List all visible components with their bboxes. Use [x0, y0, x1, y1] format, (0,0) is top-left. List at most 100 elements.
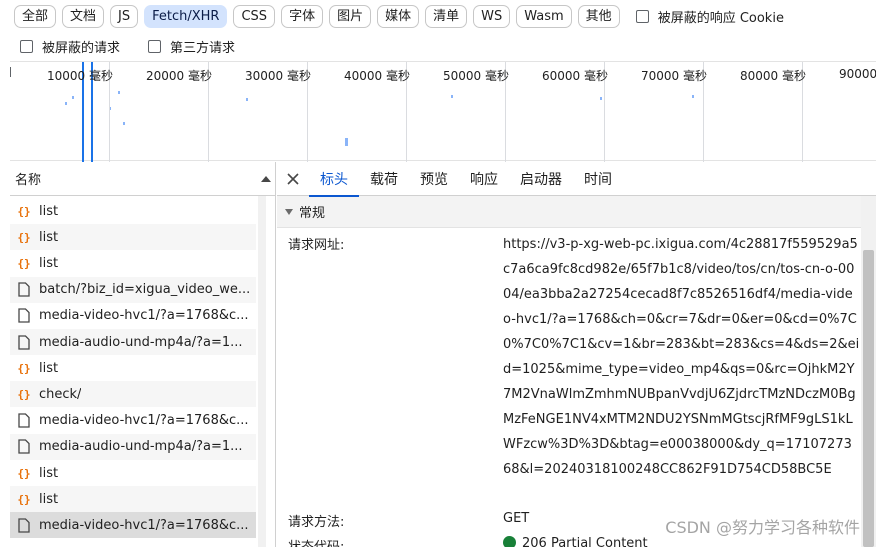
request-name: list: [39, 255, 59, 271]
svg-text:{}: {}: [17, 467, 30, 480]
request-details: 标头 载荷 预览 响应 启动器 时间 常规 请求网址: https://v3-p-xg-w…: [277, 162, 876, 547]
overview-tick-label: 20000 毫秒: [146, 69, 212, 83]
request-name: media-video-hvc1/?a=1768&c...: [39, 308, 249, 324]
request-row[interactable]: {} list: [10, 224, 256, 251]
third-party-toggle[interactable]: 第三方请求: [148, 37, 235, 56]
request-row[interactable]: {} list: [10, 250, 256, 276]
overview-tick-label: 60000 毫秒: [542, 69, 608, 83]
overview-dot: [451, 95, 453, 98]
filter-bar: 全部 文档 JS Fetch/XHR CSS 字体 图片 媒体 清单 WS Wasm 其他 被屏蔽的响应…: [0, 0, 876, 32]
request-type-icon: {}: [16, 255, 32, 271]
request-row[interactable]: batch/?biz_id=xigua_video_we...: [10, 276, 256, 303]
detail-tab[interactable]: 时间: [573, 162, 623, 196]
filter-chip[interactable]: JS: [110, 4, 139, 28]
overview-marker: [10, 67, 11, 77]
request-name: list: [39, 360, 59, 376]
sort-ascending-icon: [261, 175, 271, 182]
overview-tick-label: 30000 毫秒: [245, 69, 311, 83]
request-type-icon: {}: [16, 465, 32, 481]
detail-tab[interactable]: 标头: [309, 162, 359, 197]
document-icon: [18, 439, 30, 454]
blocked-requests-toggle[interactable]: 被屏蔽的请求: [20, 37, 120, 56]
filter-chip[interactable]: 图片: [329, 4, 372, 28]
status-code-field[interactable]: 206 Partial Content: [503, 536, 648, 547]
checkbox[interactable]: [20, 39, 33, 53]
request-name: list: [39, 229, 59, 245]
name-column-header[interactable]: 名称: [10, 162, 275, 196]
checkbox[interactable]: [635, 9, 649, 23]
filter-chip[interactable]: Wasm: [516, 4, 572, 28]
checkbox[interactable]: [148, 39, 162, 53]
detail-tabs: 标头 载荷 预览 响应 启动器 时间: [277, 162, 876, 197]
request-name: list: [39, 491, 59, 507]
close-details-button[interactable]: [277, 162, 309, 196]
overview-dot: [600, 97, 602, 100]
overview-dot: [118, 91, 120, 94]
overview-dot: [65, 102, 67, 105]
request-method-value[interactable]: GET: [503, 511, 529, 526]
request-row[interactable]: {} list: [10, 198, 256, 224]
request-name: list: [39, 465, 59, 481]
overview-dot: [123, 122, 125, 125]
status-ok-icon: [503, 536, 516, 547]
request-row[interactable]: media-video-hvc1/?a=1768&c...: [10, 408, 256, 434]
overview-tick-label: 80000 毫秒: [740, 69, 806, 83]
document-icon: [18, 308, 30, 323]
overview-tick-label: 40000 毫秒: [344, 69, 410, 83]
request-row[interactable]: {} list: [10, 460, 256, 486]
watermark: CSDN @努力学习各种软件: [665, 518, 860, 537]
request-url-value[interactable]: https://v3-p-xg-web-pc.ixigua.com/4c2881…: [503, 232, 860, 482]
request-row[interactable]: {} list: [10, 486, 256, 513]
request-row[interactable]: media-video-hvc1/?a=1768&c...: [10, 303, 256, 329]
request-name: media-audio-und-mp4a/?a=1...: [39, 334, 243, 350]
request-type-icon: [16, 334, 32, 350]
filter-chip[interactable]: Fetch/XHR: [144, 4, 228, 28]
document-icon: [18, 334, 30, 350]
request-row[interactable]: media-audio-und-mp4a/?a=1...: [10, 433, 256, 460]
request-row[interactable]: {} list: [10, 355, 256, 381]
request-row[interactable]: {} check/: [10, 381, 256, 408]
filter-chip[interactable]: 全部: [14, 4, 57, 28]
filter-chip[interactable]: 文档: [62, 4, 105, 28]
fetch-xhr-icon: {}: [17, 205, 30, 218]
filter-chip[interactable]: 清单: [425, 4, 468, 28]
filter-chip[interactable]: CSS: [233, 4, 276, 28]
overview-tick-label: 10000 毫秒: [47, 69, 113, 83]
request-type-icon: [16, 413, 32, 429]
list-scrollbar[interactable]: [258, 196, 266, 547]
request-type-icon: {}: [16, 360, 32, 376]
request-row[interactable]: media-video-hvc1/?a=1768&c...: [10, 512, 256, 539]
general-section-header[interactable]: 常规: [277, 196, 876, 228]
third-party-label: 第三方请求: [170, 40, 236, 56]
detail-tab[interactable]: 响应: [459, 162, 509, 196]
svg-text:{}: {}: [17, 493, 30, 506]
svg-text:{}: {}: [17, 231, 30, 244]
general-section-title: 常规: [299, 206, 326, 221]
blocked-requests-label: 被屏蔽的请求: [42, 40, 121, 56]
request-row[interactable]: media-audio-und-mp4a/?a=1...: [10, 329, 256, 355]
request-name: media-video-hvc1/?a=1768&c...: [39, 517, 249, 533]
document-icon: [18, 413, 30, 428]
timeline-overview[interactable]: 10000 毫秒 20000 毫秒 30000 毫秒 40000 毫秒 50000 毫秒…: [10, 61, 876, 162]
overview-dot: [246, 98, 248, 101]
filter-chip[interactable]: 其他: [577, 4, 620, 28]
svg-text:{}: {}: [17, 205, 30, 218]
request-name: batch/?biz_id=xigua_video_we...: [39, 282, 251, 298]
name-column-label: 名称: [15, 173, 42, 188]
detail-tab[interactable]: 启动器: [509, 162, 573, 196]
filter-chip[interactable]: 媒体: [377, 4, 420, 28]
fetch-xhr-icon: {}: [17, 467, 30, 480]
filter-chip[interactable]: WS: [473, 4, 511, 28]
detail-tab[interactable]: 预览: [409, 162, 459, 196]
overview-dot: [345, 138, 348, 146]
fetch-xhr-icon: {}: [17, 388, 30, 401]
overview-tick-label: 70000 毫秒: [641, 69, 707, 83]
filter-chip[interactable]: 字体: [281, 4, 324, 28]
details-scrollbar[interactable]: [861, 196, 876, 547]
blocked-cookies-toggle[interactable]: 被屏蔽的响应 Cookie: [635, 7, 784, 26]
fetch-xhr-icon: {}: [17, 231, 30, 244]
overview-tick-label: 50000 毫秒: [443, 69, 509, 83]
scrollbar-thumb[interactable]: [863, 250, 874, 547]
filter-bar-secondary: 被屏蔽的请求 第三方请求: [10, 33, 253, 59]
detail-tab[interactable]: 载荷: [359, 162, 409, 196]
